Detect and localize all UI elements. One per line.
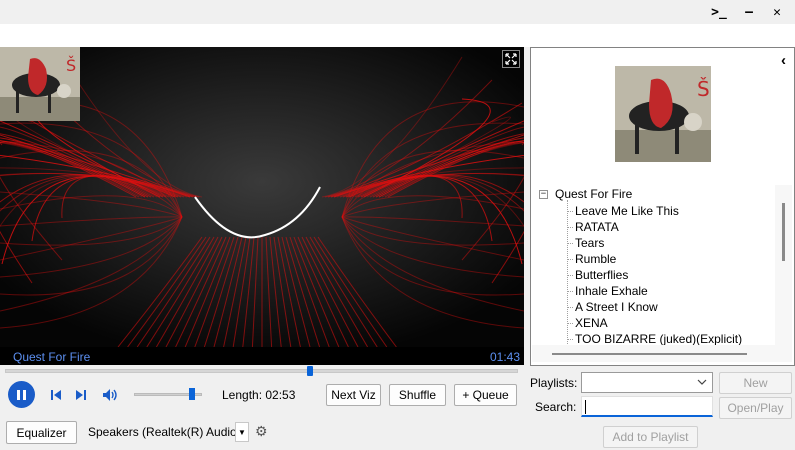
chevron-down-icon: ▼ xyxy=(238,427,246,437)
library-panel: ‹ Š − Quest For Fire Leave Me Like This R… xyxy=(530,47,795,366)
tree-vertical-scrollbar[interactable] xyxy=(775,185,792,345)
track-title[interactable]: Rumble xyxy=(575,252,616,266)
now-playing-bar: Quest For Fire 01:43 xyxy=(0,347,524,365)
fullscreen-icon xyxy=(505,53,517,65)
speaker-icon xyxy=(103,388,117,401)
output-device-select[interactable]: Speakers (Realtek(R) Audio) xyxy=(88,425,241,439)
next-button[interactable] xyxy=(73,386,89,403)
chevron-down-icon xyxy=(697,379,707,385)
album-art-thumbnail: Š xyxy=(0,47,80,121)
pause-icon xyxy=(17,389,26,400)
skip-back-icon xyxy=(51,389,61,400)
volume-thumb[interactable] xyxy=(188,388,195,400)
now-playing-title: Quest For Fire xyxy=(13,350,91,364)
tree-horizontal-scrollbar[interactable] xyxy=(532,345,792,362)
tree-connector xyxy=(567,226,573,228)
tree-connector xyxy=(567,258,573,260)
svg-text:Š: Š xyxy=(697,77,710,101)
tree-connector xyxy=(567,210,573,212)
vertical-scroll-thumb[interactable] xyxy=(782,203,785,261)
header-strip xyxy=(0,24,795,47)
track-item[interactable]: Rumble xyxy=(567,251,616,267)
tree-connector xyxy=(567,242,573,244)
track-title[interactable]: RATATA xyxy=(575,220,619,234)
title-bar: >_ — ✕ xyxy=(0,0,795,24)
tree-connector xyxy=(567,338,573,340)
track-title[interactable]: A Street I Know xyxy=(575,300,658,314)
skip-forward-icon xyxy=(76,389,86,400)
seek-thumb[interactable] xyxy=(307,366,314,376)
chevron-left-icon: ‹ xyxy=(781,52,786,69)
add-to-playlist-button[interactable]: Add to Playlist xyxy=(603,426,698,448)
output-device-dropdown[interactable]: ▼ xyxy=(235,422,249,442)
track-item[interactable]: RATATA xyxy=(567,219,619,235)
track-title[interactable]: Tears xyxy=(575,236,604,250)
close-button[interactable]: ✕ xyxy=(762,0,792,24)
elapsed-time: 01:43 xyxy=(489,350,520,364)
tree-album-node[interactable]: − Quest For Fire xyxy=(539,187,632,201)
track-item[interactable]: Butterflies xyxy=(567,267,628,283)
volume-button[interactable] xyxy=(101,386,121,403)
track-item[interactable]: TOO BIZARRE (juked)(Explicit) xyxy=(567,331,742,345)
track-length: Length: 02:53 xyxy=(222,388,296,402)
track-item[interactable]: XENA xyxy=(567,315,608,331)
svg-text:Š: Š xyxy=(66,56,76,75)
track-title[interactable]: Inhale Exhale xyxy=(575,284,648,298)
tree-connector xyxy=(567,322,573,324)
previous-button[interactable] xyxy=(48,386,64,403)
terminal-icon[interactable]: >_ xyxy=(704,0,734,24)
playlists-label: Playlists: xyxy=(530,376,578,390)
track-title[interactable]: TOO BIZARRE (juked)(Explicit) xyxy=(575,332,742,345)
tree-connector xyxy=(567,290,573,292)
track-title[interactable]: XENA xyxy=(575,316,608,330)
search-label: Search: xyxy=(535,400,577,414)
next-viz-button[interactable]: Next Viz xyxy=(326,384,381,406)
horizontal-scroll-thumb[interactable] xyxy=(552,353,747,355)
track-title[interactable]: Leave Me Like This xyxy=(575,204,679,218)
new-playlist-button[interactable]: New xyxy=(719,372,792,394)
search-input[interactable] xyxy=(581,396,713,417)
open-play-button[interactable]: Open/Play xyxy=(719,397,792,419)
shuffle-button[interactable]: Shuffle xyxy=(389,384,446,406)
equalizer-button[interactable]: Equalizer xyxy=(6,421,77,444)
add-to-queue-button[interactable]: + Queue xyxy=(454,384,517,406)
collapse-node-icon[interactable]: − xyxy=(539,189,548,199)
track-item[interactable]: Tears xyxy=(567,235,604,251)
fullscreen-button[interactable] xyxy=(502,50,520,68)
minimize-button[interactable]: — xyxy=(734,0,764,24)
tree-connector xyxy=(567,306,573,308)
track-item[interactable]: A Street I Know xyxy=(567,299,658,315)
collapse-panel-button[interactable]: ‹ xyxy=(781,52,786,69)
pause-button[interactable] xyxy=(8,381,35,408)
gear-icon[interactable]: ⚙ xyxy=(255,423,268,440)
track-item[interactable]: Leave Me Like This xyxy=(567,203,679,219)
track-title[interactable]: Butterflies xyxy=(575,268,628,282)
playlists-combo[interactable] xyxy=(581,372,713,393)
album-title[interactable]: Quest For Fire xyxy=(555,187,632,201)
library-tree[interactable]: − Quest For Fire Leave Me Like This RATAT… xyxy=(532,185,775,345)
track-item[interactable]: Inhale Exhale xyxy=(567,283,648,299)
tree-connector xyxy=(567,274,573,276)
text-caret xyxy=(585,400,586,414)
seek-bar[interactable] xyxy=(5,369,518,373)
album-art: Š xyxy=(615,66,711,162)
visualizer[interactable]: Š xyxy=(0,47,524,347)
